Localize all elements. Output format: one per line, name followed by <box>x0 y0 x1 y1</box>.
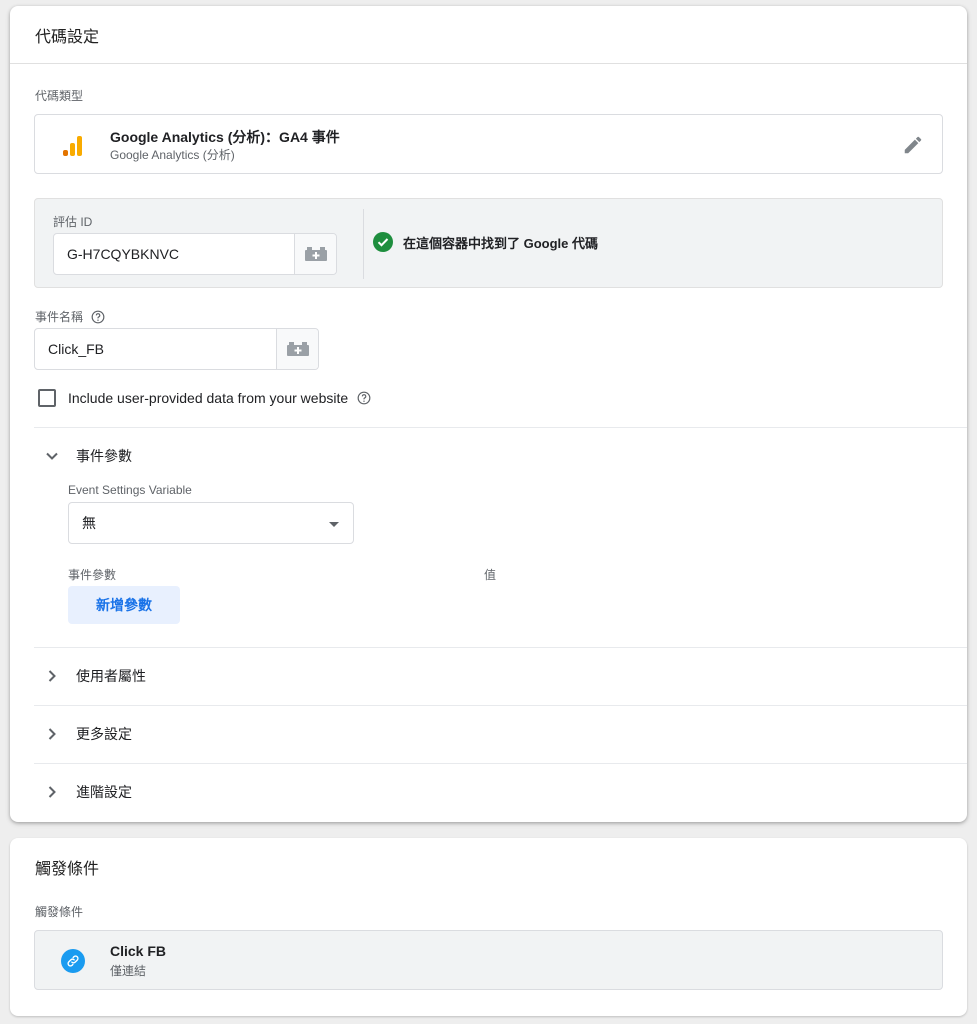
google-analytics-icon <box>63 134 83 156</box>
event-name-field[interactable]: Click_FB <box>34 328 319 370</box>
tag-type-label: 代碼類型 <box>35 89 84 103</box>
user-data-checkbox[interactable] <box>38 389 56 407</box>
chevron-right-icon <box>40 670 64 682</box>
measurement-id-field[interactable]: G-H7CQYBKNVC <box>53 233 337 275</box>
vertical-divider <box>363 209 364 279</box>
event-settings-variable-value: 無 <box>82 515 96 531</box>
triggering-card: 觸發條件 觸發條件 Click FB 僅連結 <box>10 838 967 1016</box>
triggering-header: 觸發條件 <box>35 861 100 878</box>
triggering-label: 觸發條件 <box>35 905 84 919</box>
google-tag-found-text: 在這個容器中找到了 Google 代碼 <box>403 235 599 251</box>
event-name-input[interactable]: Click_FB <box>35 329 276 369</box>
trigger-title: Click FB <box>110 943 167 959</box>
tag-configuration-header: 代碼設定 <box>10 6 967 64</box>
user-properties-section-toggle[interactable]: 使用者屬性 <box>34 648 967 704</box>
event-param-column-label: 事件參數 <box>68 568 117 582</box>
measurement-id-panel: 評估 ID G-H7CQYBKNVC 在這個容器中找到了 Google 代碼 <box>34 198 943 288</box>
variable-picker-button[interactable] <box>294 234 336 274</box>
event-name-label-row: 事件名稱 <box>35 308 105 325</box>
value-column-label: 值 <box>484 568 497 582</box>
event-name-label: 事件名稱 <box>35 310 84 324</box>
user-data-checkbox-label: Include user-provided data from your web… <box>68 390 349 406</box>
trigger-subtitle: 僅連結 <box>110 964 147 978</box>
more-settings-section-toggle[interactable]: 更多設定 <box>34 706 967 762</box>
trigger-item[interactable]: Click FB 僅連結 <box>34 930 943 990</box>
chevron-down-icon <box>40 452 64 460</box>
advanced-settings-section-toggle[interactable]: 進階設定 <box>34 764 967 820</box>
variable-picker-button[interactable] <box>276 329 318 369</box>
tag-type-subtitle: Google Analytics (分析) <box>110 148 235 162</box>
tag-type-title: Google Analytics (分析)：GA4 事件 <box>110 129 340 145</box>
tag-configuration-card: 代碼設定 代碼類型 Google Analytics (分析)：GA4 事件 G… <box>10 6 967 822</box>
measurement-id-label: 評估 ID <box>53 215 93 229</box>
add-parameter-button[interactable]: 新增參數 <box>68 586 180 624</box>
pencil-edit-icon[interactable] <box>902 134 924 156</box>
google-tag-found-status: 在這個容器中找到了 Google 代碼 <box>373 232 598 252</box>
more-settings-title: 更多設定 <box>76 726 132 742</box>
event-params-title: 事件參數 <box>76 448 132 464</box>
variable-block-icon <box>304 247 327 261</box>
dropdown-caret-icon <box>329 522 339 527</box>
event-params-section-toggle[interactable]: 事件參數 <box>34 428 967 484</box>
user-properties-title: 使用者屬性 <box>76 668 146 684</box>
tag-type-selector[interactable]: Google Analytics (分析)：GA4 事件 Google Anal… <box>34 114 943 174</box>
help-icon[interactable] <box>357 391 371 405</box>
link-icon <box>61 949 85 973</box>
variable-block-icon <box>286 342 309 356</box>
advanced-settings-title: 進階設定 <box>76 784 132 800</box>
event-settings-variable-label: Event Settings Variable <box>68 483 192 497</box>
user-data-checkbox-row: Include user-provided data from your web… <box>38 389 371 407</box>
check-circle-icon <box>373 232 393 252</box>
help-icon[interactable] <box>91 310 105 324</box>
chevron-right-icon <box>40 786 64 798</box>
measurement-id-input[interactable]: G-H7CQYBKNVC <box>54 234 294 274</box>
chevron-right-icon <box>40 728 64 740</box>
event-settings-variable-select[interactable]: 無 <box>68 502 354 544</box>
